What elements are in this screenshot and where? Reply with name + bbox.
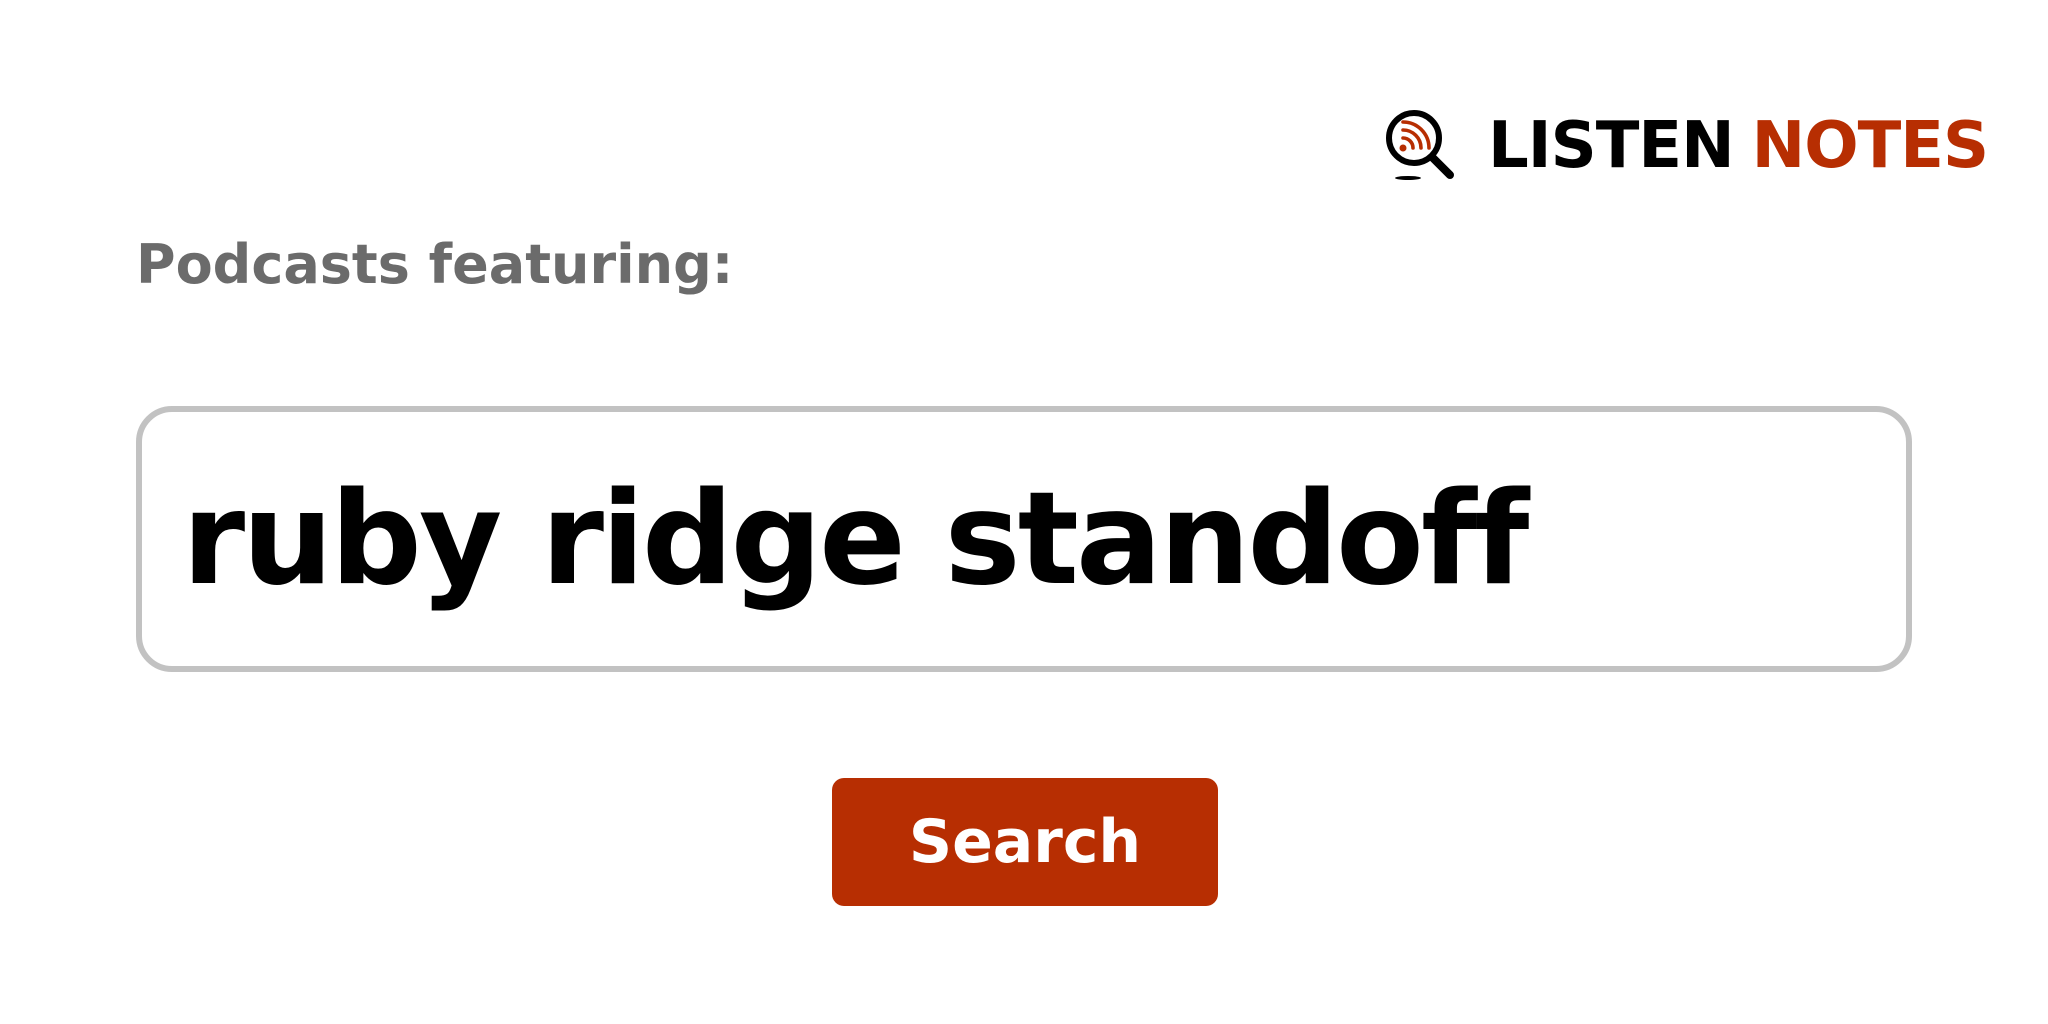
search-input[interactable]	[182, 464, 1872, 614]
listen-notes-logo[interactable]: LISTEN NOTES	[1380, 106, 1989, 186]
logo-word-notes: NOTES	[1751, 109, 1989, 183]
search-button[interactable]: Search	[832, 778, 1218, 906]
podcasts-featuring-label: Podcasts featuring:	[136, 233, 734, 296]
podcast-search-icon	[1386, 110, 1454, 180]
logo-wordmark: LISTEN NOTES	[1488, 106, 1989, 186]
logo-word-listen: LISTEN	[1488, 109, 1735, 183]
search-box[interactable]	[136, 406, 1912, 672]
